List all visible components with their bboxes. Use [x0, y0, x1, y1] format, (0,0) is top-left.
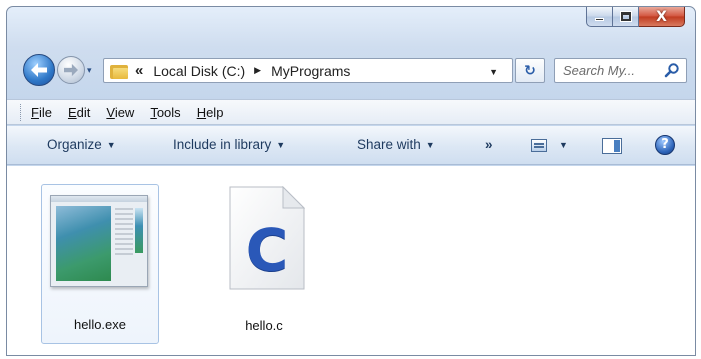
menu-edit[interactable]: Edit	[68, 105, 90, 120]
chevron-down-icon: ▼	[425, 140, 435, 150]
navigation-bar: ▾ « Local Disk (C:) ▶ MyPrograms ▼ ↻	[7, 51, 695, 91]
preview-pane-icon[interactable]	[602, 138, 622, 154]
refresh-button[interactable]: ↻	[515, 58, 545, 83]
file-item-hello-c[interactable]: C hello.c	[205, 184, 323, 344]
file-name: hello.exe	[73, 317, 127, 332]
address-bar[interactable]: « Local Disk (C:) ▶ MyPrograms ▼	[103, 58, 513, 83]
include-in-library-label: Include in library	[173, 137, 272, 152]
breadcrumb-separator-icon[interactable]: ▶	[254, 65, 261, 76]
minimize-icon	[595, 18, 604, 21]
caption-buttons: X	[586, 7, 685, 27]
chevron-down-icon: ▼	[106, 140, 116, 150]
menu-tools[interactable]: Tools	[150, 105, 180, 120]
c-source-file-icon: C	[229, 186, 305, 290]
share-with-label: Share with	[357, 137, 421, 152]
command-bar: Organize ▼ Include in library ▼ Share with…	[7, 126, 695, 165]
file-list: hello.exe C hello.c	[7, 166, 695, 355]
forward-arrow-icon	[64, 63, 78, 77]
include-in-library-button[interactable]: Include in library ▼	[173, 137, 285, 152]
address-dropdown-icon[interactable]: ▼	[489, 67, 498, 77]
more-commands-button[interactable]: »	[485, 137, 493, 152]
explorer-window: X ▾ « Local Disk (C:) ▶ MyPrograms ▼ ↻ S…	[6, 6, 696, 356]
help-icon[interactable]: ?	[655, 135, 675, 155]
recent-pages-dropdown[interactable]: ▾	[87, 65, 92, 76]
file-item-hello-exe[interactable]: hello.exe	[41, 184, 159, 344]
folder-icon	[110, 63, 128, 79]
file-name: hello.c	[245, 318, 283, 333]
chevron-down-icon: ▼	[276, 140, 286, 150]
refresh-icon: ↻	[524, 62, 536, 78]
close-button[interactable]: X	[639, 7, 685, 27]
search-input[interactable]	[563, 63, 668, 78]
menu-file[interactable]: File	[31, 105, 52, 120]
c-letter: C	[245, 216, 289, 284]
breadcrumb-local-disk[interactable]: Local Disk (C:)	[153, 63, 245, 79]
organize-button[interactable]: Organize ▼	[47, 137, 116, 152]
breadcrumb-myprograms[interactable]: MyPrograms	[271, 63, 350, 79]
close-icon: X	[656, 8, 667, 25]
menu-grip	[20, 104, 23, 121]
menu-help[interactable]: Help	[197, 105, 224, 120]
maximize-icon	[619, 11, 632, 22]
menu-view[interactable]: View	[106, 105, 134, 120]
back-button[interactable]	[23, 54, 55, 86]
maximize-button[interactable]	[613, 7, 639, 27]
search-icon[interactable]	[664, 62, 680, 78]
search-box[interactable]	[554, 58, 687, 83]
breadcrumb-overflow[interactable]: «	[135, 62, 143, 79]
views-dropdown-icon[interactable]: ▼	[559, 140, 568, 150]
application-icon	[50, 195, 148, 287]
forward-button[interactable]	[57, 56, 85, 84]
organize-label: Organize	[47, 137, 102, 152]
change-view-icon[interactable]	[531, 139, 547, 152]
back-arrow-icon	[31, 63, 47, 77]
share-with-button[interactable]: Share with ▼	[357, 137, 435, 152]
minimize-button[interactable]	[586, 7, 613, 27]
menu-bar: File Edit View Tools Help	[7, 99, 695, 125]
